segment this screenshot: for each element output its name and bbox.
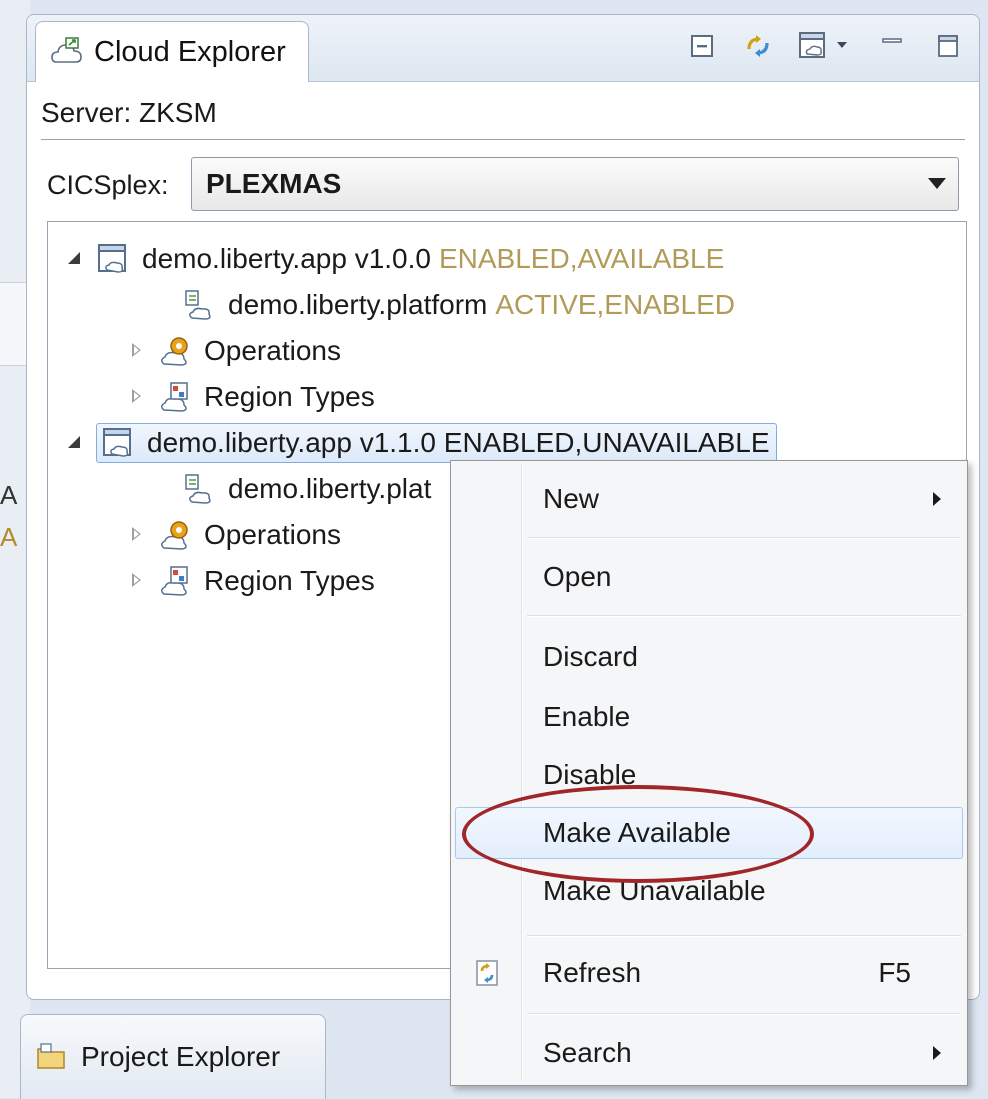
server-label: Server: ZKSM bbox=[41, 97, 217, 128]
maximize-icon bbox=[938, 35, 958, 57]
status-text: ACTIVE,ENABLED bbox=[495, 289, 735, 320]
tree-item-operations[interactable]: Operations bbox=[130, 330, 341, 372]
cicsplex-selected-value: PLEXMAS bbox=[206, 168, 342, 199]
background-toolbar-strip bbox=[0, 282, 28, 366]
background-text: A bbox=[0, 522, 18, 552]
submenu-arrow-icon bbox=[933, 1046, 941, 1060]
chevron-down-icon bbox=[928, 178, 946, 189]
cicsplex-label: CICSplex: bbox=[47, 170, 169, 200]
menu-separator bbox=[527, 935, 961, 937]
menu-item-search[interactable]: Search bbox=[455, 1027, 963, 1079]
tree-item-label: demo.liberty.platform bbox=[228, 289, 488, 320]
application-icon bbox=[103, 428, 131, 457]
folder-icon bbox=[37, 1043, 65, 1069]
maximize-button[interactable] bbox=[931, 29, 965, 63]
menu-item-label: Enable bbox=[543, 701, 631, 732]
collapsed-twisty-icon[interactable] bbox=[130, 389, 144, 405]
menu-separator bbox=[527, 1013, 961, 1015]
menu-item-label: Open bbox=[543, 561, 612, 592]
expanded-twisty-icon[interactable] bbox=[68, 436, 82, 450]
cloud-explorer-icon bbox=[51, 37, 82, 63]
link-with-editor-icon bbox=[747, 35, 769, 57]
expanded-twisty-icon[interactable] bbox=[68, 252, 82, 266]
tree-item-label: Operations bbox=[204, 335, 341, 366]
menu-item-discard[interactable]: Discard bbox=[455, 631, 963, 683]
region-types-icon bbox=[161, 382, 188, 412]
menu-item-label: Refresh bbox=[543, 957, 642, 988]
status-text: ENABLED,AVAILABLE bbox=[438, 243, 725, 274]
divider bbox=[41, 139, 965, 140]
view-tab-bar: Cloud Explorer bbox=[27, 15, 979, 82]
shortcut-label: F5 bbox=[878, 957, 911, 988]
tree-item-label: Operations bbox=[204, 519, 341, 550]
tree-item-app-v1-1-0[interactable]: demo.liberty.app v1.1.0 ENABLED,UNAVAILA… bbox=[68, 422, 777, 464]
collapsed-twisty-icon[interactable] bbox=[130, 343, 144, 359]
collapsed-twisty-icon[interactable] bbox=[130, 573, 144, 589]
view-menu-icon bbox=[799, 32, 847, 58]
tree-item-label: demo.liberty.plat bbox=[228, 473, 432, 504]
menu-item-label: Search bbox=[543, 1037, 632, 1068]
application-icon bbox=[98, 244, 126, 273]
menu-item-refresh[interactable]: Refresh F5 bbox=[455, 947, 963, 999]
selection-highlight: demo.liberty.app v1.1.0 ENABLED,UNAVAILA… bbox=[96, 423, 777, 463]
cicsplex-dropdown[interactable]: PLEXMAS bbox=[191, 157, 959, 211]
tab-label: Cloud Explorer bbox=[94, 35, 286, 68]
tree-item-platform[interactable]: demo.liberty.platform ACTIVE,ENABLED bbox=[182, 284, 735, 326]
menu-item-label: Disable bbox=[543, 759, 637, 790]
menu-item-label: Discard bbox=[543, 641, 638, 672]
platform-icon bbox=[185, 290, 211, 320]
menu-separator bbox=[527, 615, 961, 617]
tree-item-label: demo.liberty.app v1.0.0 bbox=[142, 243, 431, 274]
tree-item-platform[interactable]: demo.liberty.plat bbox=[182, 468, 431, 510]
menu-item-disable[interactable]: Disable bbox=[455, 749, 963, 801]
collapsed-twisty-icon[interactable] bbox=[130, 527, 144, 543]
tree-item-region-types[interactable]: Region Types bbox=[130, 376, 375, 418]
menu-item-open[interactable]: Open bbox=[455, 551, 963, 603]
region-types-icon bbox=[161, 566, 188, 596]
link-with-editor-button[interactable] bbox=[741, 29, 775, 63]
menu-item-label: Make Available bbox=[543, 817, 731, 848]
menu-separator bbox=[527, 537, 961, 539]
menu-item-label: New bbox=[543, 483, 600, 514]
platform-icon bbox=[185, 474, 211, 504]
tree-item-label: demo.liberty.app v1.1.0 ENABLED,UNAVAILA… bbox=[147, 427, 770, 458]
menu-item-label: Make Unavailable bbox=[543, 875, 766, 906]
menu-item-make-available[interactable]: Make Available bbox=[455, 807, 963, 859]
operations-icon bbox=[161, 521, 188, 550]
tree-item-label: Region Types bbox=[204, 381, 375, 412]
view-menu-button[interactable] bbox=[797, 29, 853, 63]
menu-item-make-unavailable[interactable]: Make Unavailable bbox=[455, 865, 963, 917]
tree-item-operations[interactable]: Operations bbox=[130, 514, 341, 556]
collapse-all-button[interactable] bbox=[685, 29, 719, 63]
tree-item-region-types[interactable]: Region Types bbox=[130, 560, 375, 602]
tab-project-explorer[interactable]: Project Explorer bbox=[20, 1014, 326, 1099]
menu-item-new[interactable]: New bbox=[455, 473, 963, 525]
operations-icon bbox=[161, 337, 188, 366]
tree-item-app-v1-0-0[interactable]: demo.liberty.app v1.0.0 ENABLED,AVAILABL… bbox=[68, 238, 724, 280]
collapse-all-icon bbox=[691, 35, 713, 57]
minimize-icon bbox=[882, 38, 902, 43]
minimize-button[interactable] bbox=[875, 29, 909, 63]
tab-cloud-explorer[interactable]: Cloud Explorer bbox=[35, 21, 309, 82]
tree-item-label: Region Types bbox=[204, 565, 375, 596]
submenu-arrow-icon bbox=[933, 492, 941, 506]
context-menu: New Open Discard Enable Disable Make Ava… bbox=[450, 460, 968, 1086]
tab-label: Project Explorer bbox=[81, 1041, 281, 1072]
refresh-icon bbox=[476, 960, 498, 986]
background-text: A bbox=[0, 480, 18, 510]
view-toolbar bbox=[685, 29, 965, 63]
menu-item-enable[interactable]: Enable bbox=[455, 691, 963, 743]
